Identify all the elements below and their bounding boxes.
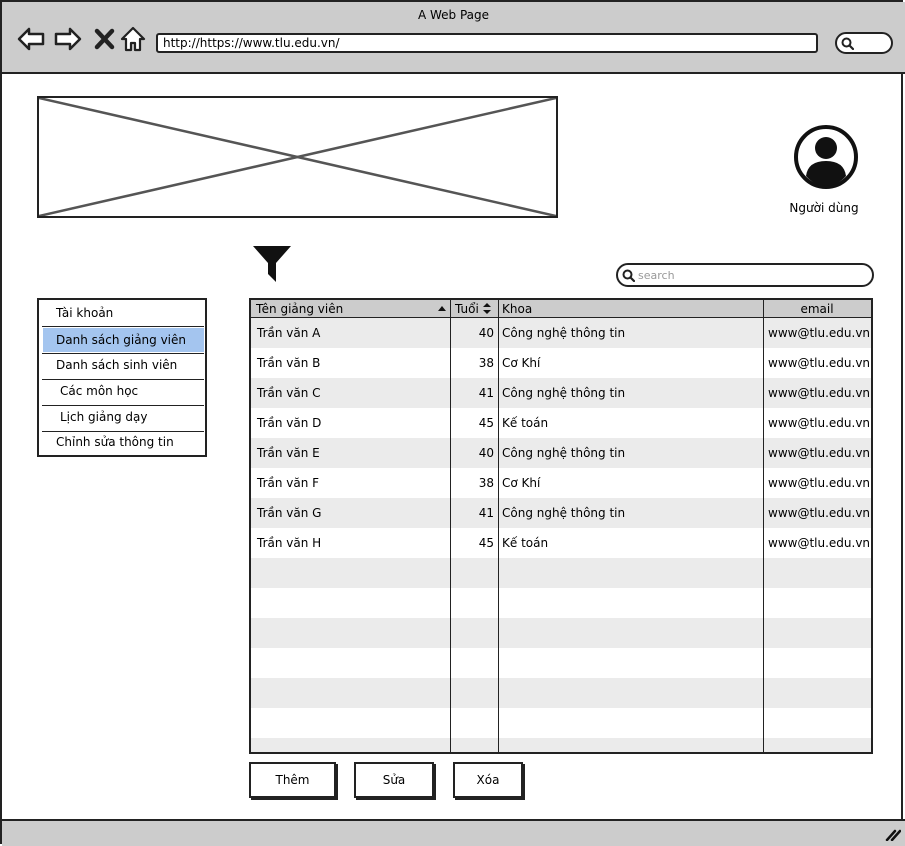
table-row[interactable]: Trần văn B 38 Cơ Khí www@tlu.edu.vn (251, 348, 871, 378)
cell-age: 40 (478, 446, 494, 460)
column-divider (498, 300, 499, 752)
cell-age: 45 (478, 536, 494, 550)
sidebar-menu: Tài khoản Danh sách giảng viên Danh sách… (37, 298, 207, 457)
sidebar-item-danh-sach-giang-vien[interactable]: Danh sách giảng viên (43, 328, 204, 352)
cell-name: Trần văn D (257, 416, 322, 430)
back-icon[interactable] (16, 24, 46, 54)
sidebar-item-tai-khoan[interactable]: Tài khoản (39, 301, 205, 325)
browser-window: A Web Page http://https://www.tlu.edu.vn… (0, 0, 905, 846)
cell-name: Trần văn H (257, 536, 322, 550)
cell-faculty: Công nghệ thông tin (502, 506, 626, 520)
sort-icon[interactable] (482, 302, 492, 315)
cell-email: www@tlu.edu.vn (768, 506, 871, 520)
table-row[interactable] (251, 708, 871, 738)
filter-icon[interactable] (252, 244, 292, 284)
cell-faculty: Cơ Khí (502, 356, 541, 370)
cell-name: Trần văn B (257, 356, 321, 370)
table-row[interactable]: Trần văn E 40 Công nghệ thông tin www@tlu.e… (251, 438, 871, 468)
cell-email: www@tlu.edu.vn (768, 326, 871, 340)
resize-grip-icon[interactable] (885, 829, 901, 841)
column-header-faculty[interactable]: Khoa (502, 301, 532, 317)
search-input[interactable] (638, 266, 866, 284)
table-row[interactable] (251, 678, 871, 708)
browser-titlebar: A Web Page http://https://www.tlu.edu.vn… (2, 2, 905, 74)
column-header-email[interactable]: email (765, 301, 869, 317)
cell-faculty: Kế toán (502, 536, 549, 550)
cell-age: 40 (478, 326, 494, 340)
sidebar-item-chinh-sua-thong-tin[interactable]: Chỉnh sửa thông tin (39, 430, 205, 454)
table-row[interactable] (251, 738, 871, 752)
home-icon[interactable] (118, 24, 148, 54)
table-row[interactable] (251, 558, 871, 588)
search-icon (841, 37, 854, 50)
search-box[interactable] (616, 263, 874, 287)
edit-button[interactable]: Sửa (354, 762, 434, 798)
cell-faculty: Kế toán (502, 416, 549, 430)
table-row[interactable] (251, 648, 871, 678)
table-row[interactable]: Trần văn H 45 Kế toán www@tlu.edu.vn (251, 528, 871, 558)
browser-statusbar (2, 819, 905, 846)
address-bar[interactable]: http://https://www.tlu.edu.vn/ (156, 33, 818, 53)
menu-divider (42, 326, 204, 327)
window-title: A Web Page (417, 8, 490, 22)
table-row[interactable]: Trần văn C 41 Công nghệ thông tin www@tlu.e… (251, 378, 871, 408)
sidebar-item-lich-giang-day[interactable]: Lịch giảng dạy (39, 405, 205, 429)
cell-age: 45 (478, 416, 494, 430)
cell-age: 38 (478, 476, 494, 490)
lecturer-table: Tên giảng viên Tuổi Khoa email Trần văn … (249, 298, 873, 754)
browser-search-field[interactable] (835, 32, 893, 54)
cell-age: 38 (478, 356, 494, 370)
column-header-age[interactable]: Tuổi (455, 301, 479, 317)
column-header-name[interactable]: Tên giảng viên (256, 301, 343, 317)
cell-name: Trần văn F (257, 476, 320, 490)
cell-faculty: Công nghệ thông tin (502, 446, 626, 460)
table-row[interactable]: Trần văn F 38 Cơ Khí www@tlu.edu.vn (251, 468, 871, 498)
user-label: Người dùng (789, 201, 859, 215)
image-placeholder-icon (39, 98, 556, 216)
cell-age: 41 (478, 506, 494, 520)
table-header: Tên giảng viên Tuổi Khoa email (251, 300, 871, 318)
sidebar-item-cac-mon-hoc[interactable]: Các môn học (39, 379, 205, 403)
table-row[interactable]: Trần văn G 41 Công nghệ thông tin www@tlu.e… (251, 498, 871, 528)
cell-faculty: Công nghệ thông tin (502, 386, 626, 400)
cell-email: www@tlu.edu.vn (768, 416, 871, 430)
banner-image-placeholder (37, 96, 558, 218)
cell-faculty: Công nghệ thông tin (502, 326, 626, 340)
add-button[interactable]: Thêm (249, 762, 336, 798)
cell-name: Trần văn C (257, 386, 321, 400)
table-row[interactable]: Trần văn D 45 Kế toán www@tlu.edu.vn (251, 408, 871, 438)
cell-email: www@tlu.edu.vn (768, 386, 871, 400)
cell-email: www@tlu.edu.vn (768, 536, 871, 550)
column-divider (450, 300, 451, 752)
column-divider (763, 300, 764, 752)
table-row[interactable] (251, 618, 871, 648)
cell-age: 41 (478, 386, 494, 400)
cell-email: www@tlu.edu.vn (768, 356, 871, 370)
table-row[interactable]: Trần văn A 40 Công nghệ thông tin www@tlu.e… (251, 318, 871, 348)
delete-button[interactable]: Xóa (453, 762, 523, 798)
sidebar-item-danh-sach-sinh-vien[interactable]: Danh sách sinh viên (39, 353, 205, 377)
user-avatar-icon[interactable] (793, 124, 859, 190)
cell-name: Trần văn G (257, 506, 322, 520)
cell-faculty: Cơ Khí (502, 476, 541, 490)
table-row[interactable] (251, 588, 871, 618)
cell-email: www@tlu.edu.vn (768, 446, 871, 460)
search-icon (622, 269, 635, 282)
cell-email: www@tlu.edu.vn (768, 476, 871, 490)
sort-ascending-icon[interactable] (437, 305, 447, 312)
cell-name: Trần văn A (257, 326, 321, 340)
forward-icon[interactable] (53, 24, 83, 54)
close-icon[interactable] (90, 24, 120, 54)
cell-name: Trần văn E (257, 446, 320, 460)
